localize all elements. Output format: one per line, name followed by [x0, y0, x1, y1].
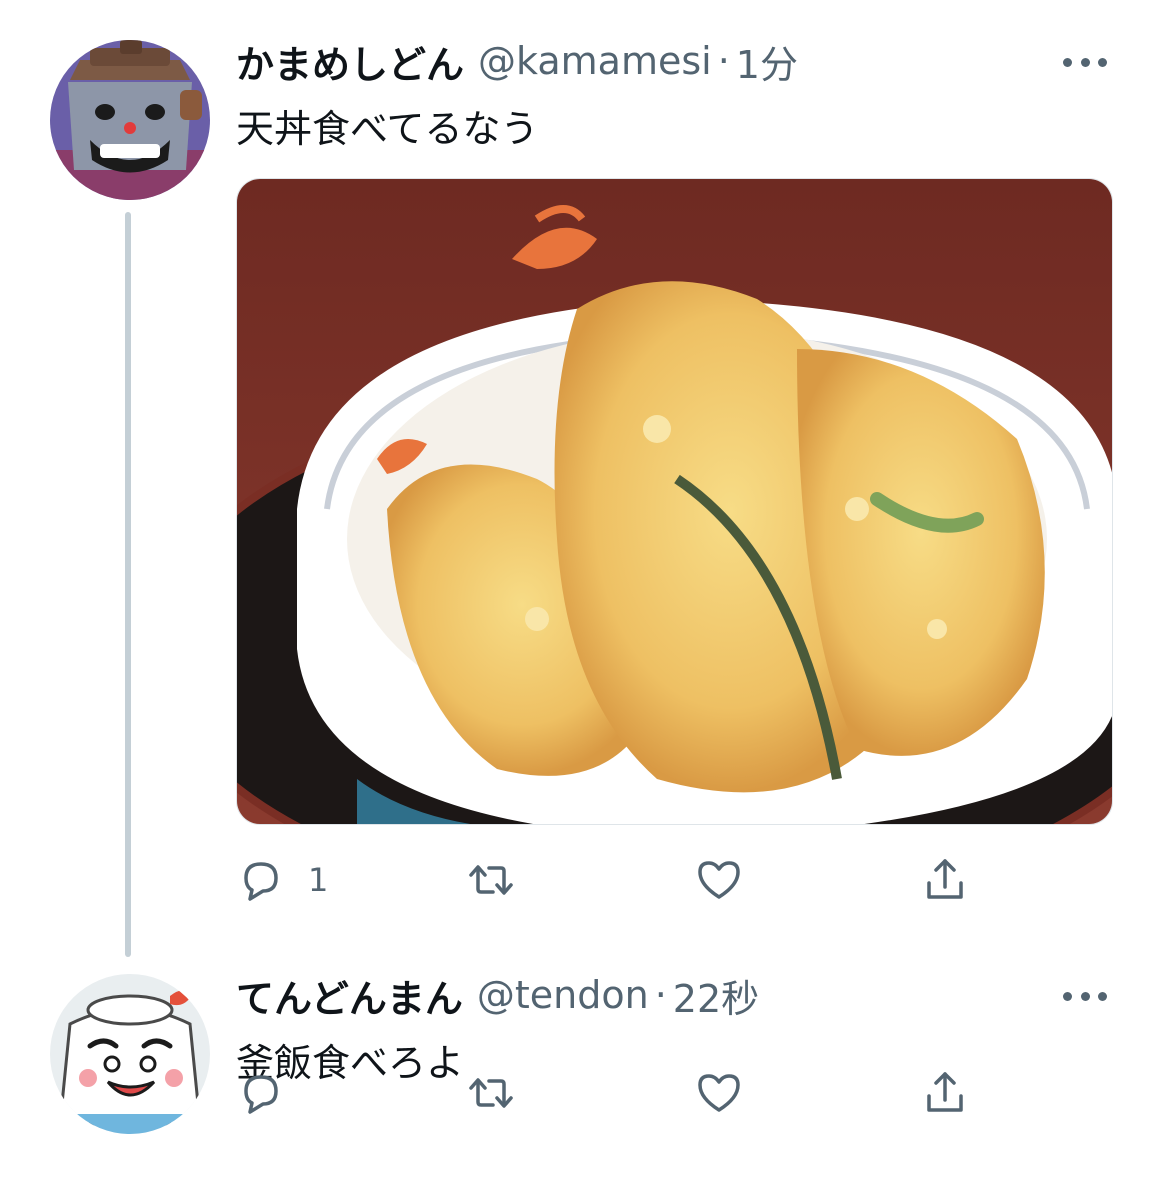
- user-handle[interactable]: @kamamesi: [478, 39, 712, 83]
- like-button[interactable]: [694, 1063, 744, 1123]
- timeline: かまめしどん @kamamesi · 1分 天丼食べてるなう 1 てんどんまん …: [0, 0, 1165, 1200]
- display-name[interactable]: かまめしどん: [236, 34, 464, 89]
- user-handle[interactable]: @tendon: [477, 973, 649, 1017]
- tweet-header: かまめしどん @kamamesi · 1分: [236, 33, 798, 89]
- separator: ·: [717, 39, 730, 83]
- avatar[interactable]: [50, 40, 210, 200]
- thread-connector: [125, 212, 131, 957]
- display-name[interactable]: てんどんまん: [236, 968, 463, 1023]
- reply-button[interactable]: 1: [236, 850, 328, 910]
- heart-icon: [698, 861, 740, 899]
- tweet-actions: 1: [236, 850, 1016, 910]
- reply-icon: [244, 1075, 278, 1114]
- separator: ·: [654, 973, 667, 1017]
- share-button[interactable]: [920, 1063, 970, 1123]
- tweet-header: てんどんまん @tendon · 22秒: [236, 967, 759, 1023]
- timestamp[interactable]: 22秒: [673, 968, 759, 1023]
- share-icon: [927, 1072, 963, 1112]
- tweet-text: 天丼食べてるなう: [236, 107, 539, 151]
- tweet-actions: [236, 1063, 1016, 1123]
- reply-icon: [244, 862, 278, 901]
- tendonman-avatar-icon: [50, 974, 210, 1134]
- like-button[interactable]: [694, 850, 744, 910]
- tweet-media[interactable]: [236, 178, 1113, 825]
- timestamp[interactable]: 1分: [736, 34, 798, 89]
- tendon-photo-icon: [237, 179, 1112, 824]
- tweet[interactable]: てんどんまん @tendon · 22秒 釜飯食べろよ: [0, 960, 1165, 1190]
- tweet[interactable]: かまめしどん @kamamesi · 1分 天丼食べてるなう 1: [0, 0, 1165, 960]
- share-icon: [927, 859, 963, 899]
- avatar[interactable]: [50, 974, 210, 1134]
- reply-button[interactable]: [236, 1063, 308, 1123]
- more-options-icon[interactable]: [1063, 986, 1107, 1006]
- retweet-icon: [469, 1078, 513, 1108]
- kamameshidon-avatar-icon: [50, 40, 210, 200]
- retweet-button[interactable]: [466, 850, 516, 910]
- reply-count: 1: [308, 861, 329, 899]
- heart-icon: [698, 1074, 740, 1112]
- retweet-button[interactable]: [466, 1063, 516, 1123]
- more-options-icon[interactable]: [1063, 52, 1107, 72]
- share-button[interactable]: [920, 850, 970, 910]
- retweet-icon: [469, 865, 513, 895]
